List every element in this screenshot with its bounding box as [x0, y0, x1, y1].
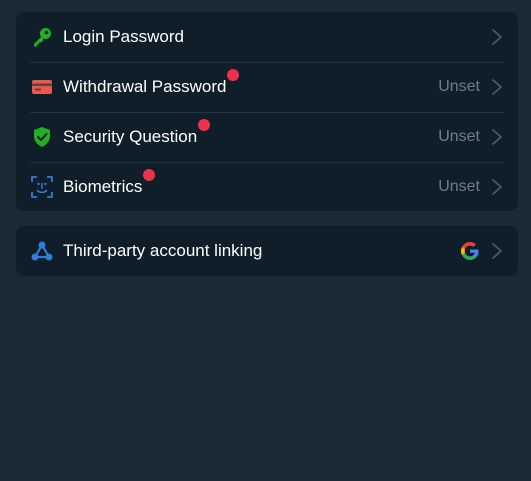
- chevron-right-icon: [492, 243, 502, 259]
- card-icon: [31, 76, 53, 98]
- biometrics-row[interactable]: Biometrics Unset: [16, 162, 518, 212]
- account-linking-card: Third-party account linking: [16, 226, 518, 276]
- network-icon: [31, 240, 53, 262]
- face-id-icon: [31, 176, 53, 198]
- shield-check-icon: [31, 126, 53, 148]
- chevron-right-icon: [492, 29, 502, 45]
- notification-dot: [227, 69, 240, 81]
- google-icon: [461, 242, 479, 260]
- chevron-right-icon: [492, 79, 502, 95]
- withdrawal-password-label: Withdrawal Password: [63, 77, 227, 96]
- account-security-page: Login Password Withdrawal Password Unset: [0, 0, 531, 481]
- key-icon: [31, 26, 53, 48]
- security-question-row[interactable]: Security Question Unset: [16, 112, 518, 162]
- withdrawal-password-row[interactable]: Withdrawal Password Unset: [16, 62, 518, 112]
- chevron-right-icon: [492, 179, 502, 195]
- notification-dot: [143, 169, 156, 181]
- login-password-row[interactable]: Login Password: [16, 12, 518, 62]
- notification-dot: [198, 119, 211, 131]
- biometrics-label: Biometrics: [63, 177, 143, 196]
- third-party-linking-label: Third-party account linking: [63, 241, 263, 260]
- login-password-label: Login Password: [63, 27, 184, 46]
- security-question-status: Unset: [438, 128, 480, 145]
- security-question-label: Security Question: [63, 127, 198, 146]
- security-settings-card: Login Password Withdrawal Password Unset: [16, 12, 518, 211]
- biometrics-status: Unset: [438, 178, 480, 195]
- withdrawal-password-status: Unset: [438, 78, 480, 95]
- chevron-right-icon: [492, 129, 502, 145]
- third-party-linking-row[interactable]: Third-party account linking: [16, 226, 518, 276]
